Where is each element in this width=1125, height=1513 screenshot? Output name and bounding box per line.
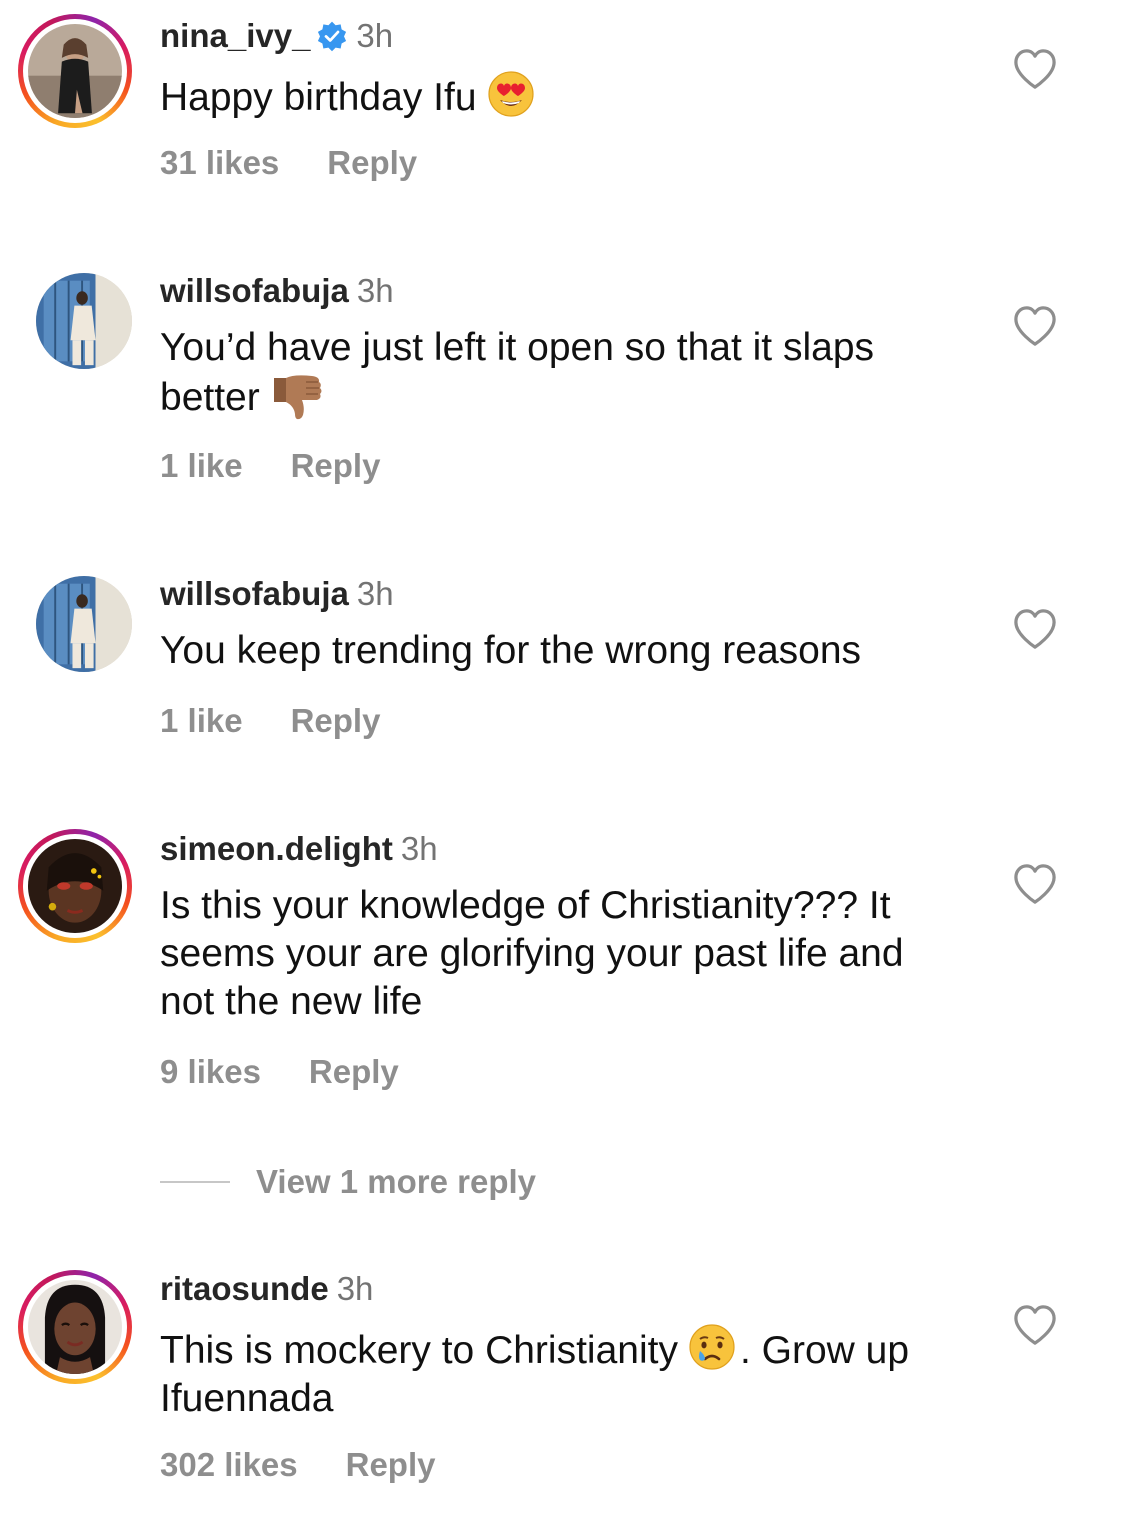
comment-text: This is mockery to Christianity <box>160 1329 678 1372</box>
comment-actions: 302 likes Reply <box>160 1445 436 1485</box>
comment-header: simeon.delight 3h <box>160 829 438 869</box>
comment-actions: 1 like Reply <box>160 446 380 486</box>
reply-button[interactable]: Reply <box>291 702 381 739</box>
heart-eyes-emoji-icon <box>487 71 534 117</box>
username[interactable]: simeon.delight <box>160 830 393 867</box>
view-more-replies-button[interactable]: View 1 more reply <box>160 1160 536 1204</box>
likes-count[interactable]: 302 likes <box>160 1446 298 1483</box>
view-more-replies-label: View 1 more reply <box>256 1163 537 1200</box>
comment-text-block: You’d have just left it open so that it … <box>160 324 980 422</box>
username[interactable]: willsofabuja <box>160 272 349 309</box>
comment-header: willsofabuja 3h <box>160 574 394 614</box>
avatar-photo <box>28 1280 122 1374</box>
comment-text: Happy birthday Ifu <box>160 76 477 119</box>
heart-icon[interactable] <box>1012 1304 1058 1346</box>
comment-actions: 9 likes Reply <box>160 1052 399 1092</box>
heart-icon[interactable] <box>1012 48 1058 90</box>
heart-icon[interactable] <box>1012 305 1058 347</box>
thumbs-down-emoji-icon <box>273 375 322 420</box>
reply-button[interactable]: Reply <box>327 144 417 181</box>
heart-icon[interactable] <box>1012 608 1058 650</box>
avatar[interactable] <box>18 14 132 128</box>
likes-count[interactable]: 31 likes <box>160 144 279 181</box>
reply-button[interactable]: Reply <box>309 1053 399 1090</box>
heart-icon[interactable] <box>1012 863 1058 905</box>
username[interactable]: nina_ivy_ <box>160 17 310 54</box>
avatar-photo <box>28 24 122 118</box>
comment-text: Is this your knowledge of Christianity??… <box>160 884 904 1023</box>
comment-text-block: Happy birthday Ifu <box>160 70 980 122</box>
avatar[interactable] <box>18 255 132 369</box>
likes-count[interactable]: 1 like <box>160 702 243 739</box>
avatar-photo <box>36 576 132 672</box>
username[interactable]: ritaosunde <box>160 1270 329 1307</box>
comment-text-block: This is mockery to Christianity . Grow u… <box>160 1323 960 1423</box>
avatar[interactable] <box>18 558 132 672</box>
comment-time: 3h <box>400 830 438 867</box>
likes-count[interactable]: 1 like <box>160 447 243 484</box>
comment-time: 3h <box>336 1270 374 1307</box>
avatar-photo <box>36 273 132 369</box>
comment-header: ritaosunde 3h <box>160 1269 373 1309</box>
crying-face-emoji-icon <box>689 1324 735 1370</box>
avatar-photo <box>28 839 122 933</box>
likes-count[interactable]: 9 likes <box>160 1053 261 1090</box>
comment-actions: 1 like Reply <box>160 701 380 741</box>
comment-time: 3h <box>356 575 394 612</box>
comment-time: 3h <box>356 272 394 309</box>
comment-text: You keep trending for the wrong reasons <box>160 629 862 672</box>
verified-badge-icon <box>318 21 347 52</box>
avatar[interactable] <box>18 829 132 943</box>
comment-text-block: Is this your knowledge of Christianity??… <box>160 882 960 1026</box>
comment-header: willsofabuja 3h <box>160 271 394 311</box>
comment-text-block: You keep trending for the wrong reasons <box>160 627 1020 675</box>
comment-text: You’d have just left it open so that it … <box>160 326 875 419</box>
comment-actions: 31 likes Reply <box>160 143 417 183</box>
divider-line <box>160 1181 230 1183</box>
reply-button[interactable]: Reply <box>291 447 381 484</box>
username[interactable]: willsofabuja <box>160 575 349 612</box>
reply-button[interactable]: Reply <box>346 1446 436 1483</box>
avatar[interactable] <box>18 1270 132 1384</box>
comment-time: 3h <box>356 17 394 54</box>
comment-header: nina_ivy_ 3h <box>160 16 393 56</box>
